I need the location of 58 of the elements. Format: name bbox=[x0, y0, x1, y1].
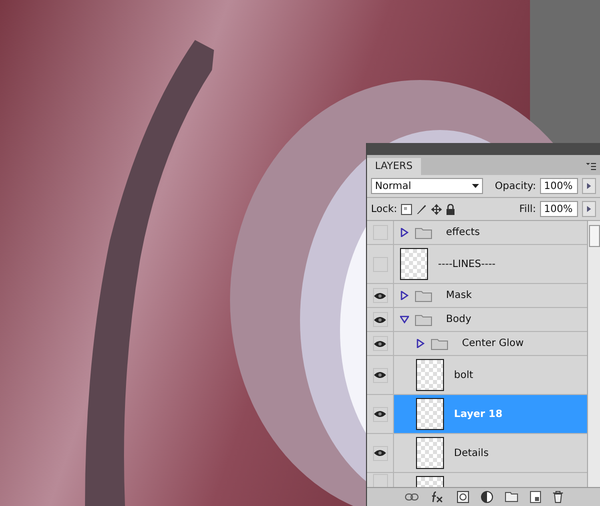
right-triangle-icon bbox=[587, 183, 591, 189]
opacity-field[interactable]: 100% bbox=[540, 178, 578, 194]
layer-name: Center Glow bbox=[462, 338, 524, 349]
fill-arrow-button[interactable] bbox=[582, 201, 596, 217]
lock-icon[interactable] bbox=[446, 204, 456, 214]
visibility-toggle[interactable] bbox=[372, 288, 388, 303]
visibility-toggle[interactable] bbox=[372, 446, 388, 460]
link-icon[interactable] bbox=[404, 493, 418, 501]
move-icon[interactable] bbox=[431, 204, 442, 214]
trash-icon[interactable] bbox=[552, 491, 562, 503]
mask-icon[interactable] bbox=[456, 491, 468, 503]
fill-field[interactable]: 100% bbox=[540, 201, 578, 217]
visibility-toggle[interactable] bbox=[372, 312, 388, 327]
scrollbar[interactable] bbox=[587, 221, 600, 487]
layer-name: bolt bbox=[454, 370, 474, 380]
collapsed-triangle-icon[interactable] bbox=[416, 339, 425, 348]
layer-thumbnail bbox=[416, 359, 444, 391]
layer-thumbnail bbox=[416, 398, 444, 430]
layer-name: Body bbox=[446, 314, 472, 325]
layers-tab[interactable]: LAYERS bbox=[367, 158, 421, 175]
layer-thumbnail bbox=[416, 476, 444, 487]
eye-icon[interactable] bbox=[374, 410, 386, 418]
brush-icon[interactable] bbox=[416, 204, 428, 214]
layer-name: Mask bbox=[446, 290, 472, 301]
layer-thumbnail bbox=[400, 248, 428, 280]
folder-icon bbox=[415, 226, 432, 238]
layer-name: Details bbox=[454, 448, 489, 458]
folder-icon bbox=[415, 314, 432, 326]
layer-name: Layer 18 bbox=[454, 408, 502, 420]
eye-icon[interactable] bbox=[374, 371, 386, 379]
layer-name: effects bbox=[446, 227, 480, 238]
layer-thumbnail bbox=[416, 437, 444, 469]
folder-icon[interactable] bbox=[504, 492, 518, 502]
visibility-toggle[interactable] bbox=[372, 368, 388, 382]
lock-transparency-icon[interactable] bbox=[401, 204, 412, 214]
adjustment-icon[interactable] bbox=[480, 491, 492, 503]
fill-label: Fill: bbox=[519, 204, 536, 214]
eye-icon[interactable] bbox=[374, 449, 386, 457]
collapsed-triangle-icon[interactable] bbox=[400, 291, 409, 300]
visibility-toggle[interactable] bbox=[372, 336, 388, 351]
visibility-toggle[interactable] bbox=[372, 406, 388, 422]
eye-icon[interactable] bbox=[374, 316, 386, 324]
right-triangle-icon bbox=[587, 206, 591, 212]
fx-icon[interactable] bbox=[430, 491, 444, 503]
layer-name: ----LINES---- bbox=[438, 258, 496, 270]
new-layer-icon[interactable] bbox=[530, 491, 540, 503]
dropdown-caret-icon bbox=[472, 184, 479, 188]
collapsed-triangle-icon[interactable] bbox=[400, 228, 409, 237]
folder-icon bbox=[415, 290, 432, 302]
blend-mode-dropdown[interactable]: Normal bbox=[371, 178, 483, 194]
lock-label: Lock: bbox=[371, 204, 398, 214]
folder-icon bbox=[431, 338, 448, 350]
opacity-label: Opacity: bbox=[494, 180, 536, 192]
eye-icon[interactable] bbox=[374, 292, 386, 300]
panel-menu-icon[interactable] bbox=[586, 163, 596, 170]
eye-icon[interactable] bbox=[374, 340, 386, 348]
opacity-arrow-button[interactable] bbox=[582, 178, 596, 194]
expanded-triangle-icon[interactable] bbox=[400, 315, 409, 324]
